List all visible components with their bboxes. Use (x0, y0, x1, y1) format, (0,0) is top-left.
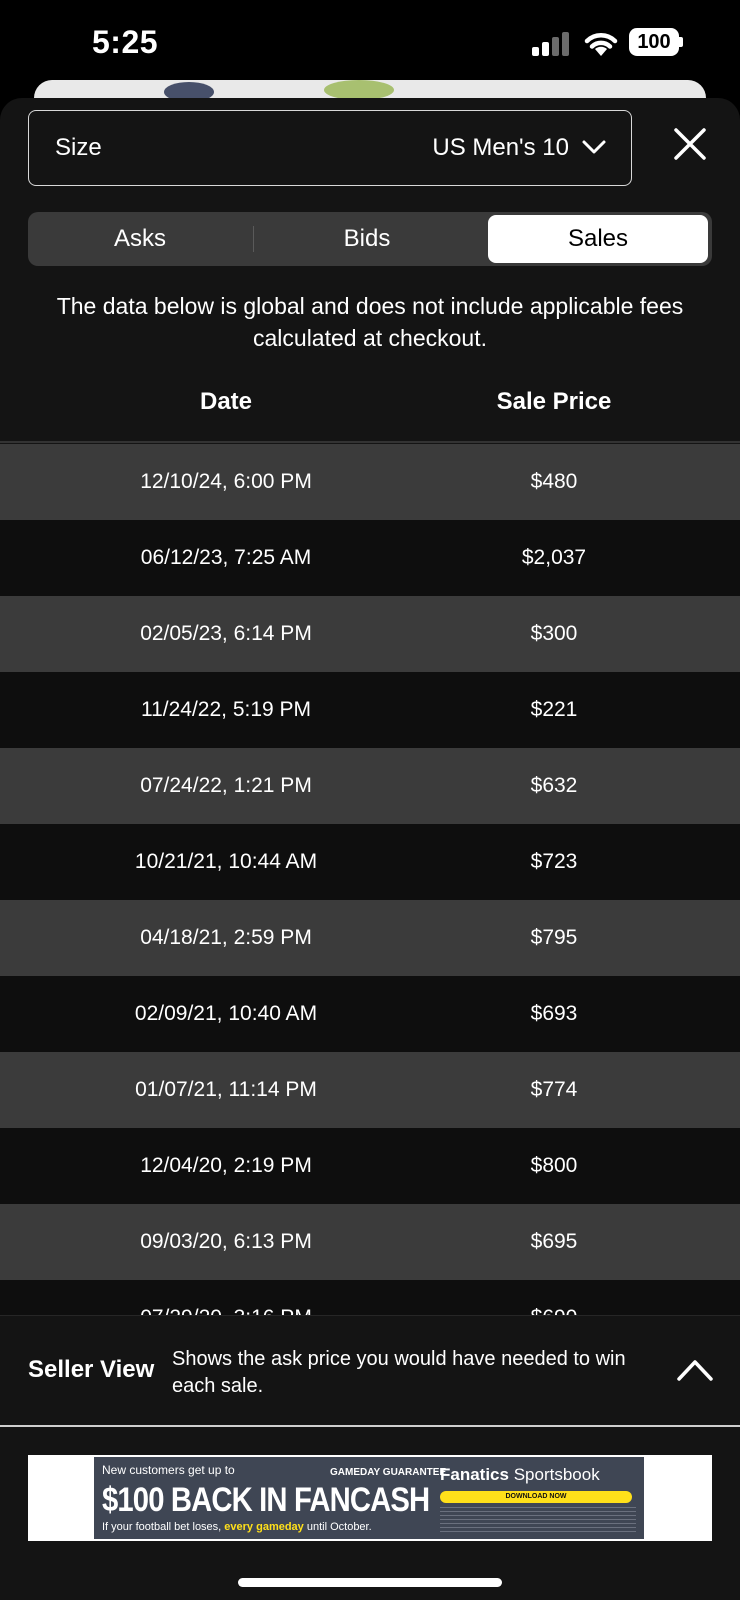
ad-fine-print (440, 1507, 636, 1535)
sale-price: $774 (530, 1078, 578, 1101)
sale-date: 12/10/24, 6:00 PM (140, 470, 312, 493)
home-indicator[interactable] (238, 1578, 502, 1587)
sale-price: $632 (530, 774, 578, 797)
column-header-sale-price: Sale Price (496, 388, 612, 415)
ad-headline: $100 BACK IN FANCASH (102, 1481, 430, 1519)
sale-price: $693 (530, 1002, 578, 1025)
wifi-icon (584, 33, 618, 56)
sale-date: 07/24/22, 1:21 PM (140, 774, 312, 797)
sale-date: 09/03/20, 6:13 PM (140, 1230, 312, 1253)
table-row: 09/03/20, 6:13 PM $695 (0, 1204, 740, 1280)
sale-price: $795 (530, 926, 578, 949)
header-divider (0, 441, 740, 443)
ad-brand-logo: Fanatics Sportsbook (440, 1465, 600, 1484)
sale-date: 02/05/23, 6:14 PM (140, 622, 312, 645)
status-bar: 5:25 100 (0, 0, 740, 90)
table-row: 11/24/22, 5:19 PM $221 (0, 672, 740, 748)
table-row: 07/29/20, 3:16 PM $690 (0, 1280, 740, 1315)
sale-price: $695 (530, 1230, 578, 1253)
table-row: 10/21/21, 10:44 AM $723 (0, 824, 740, 900)
size-dropdown[interactable]: Size US Men's 10 (28, 110, 632, 186)
sale-price: $2,037 (521, 546, 587, 569)
table-row: 04/18/21, 2:59 PM $795 (0, 900, 740, 976)
chevron-down-icon (582, 140, 606, 154)
tab-bids[interactable]: Bids (254, 212, 480, 266)
sale-date: 11/24/22, 5:19 PM (140, 698, 312, 721)
seller-view-title: Seller View (28, 1356, 155, 1383)
column-header-date: Date (199, 388, 253, 415)
sale-date: 02/09/21, 10:40 AM (134, 1002, 318, 1025)
size-value: US Men's 10 (432, 134, 569, 161)
ad-download-button[interactable]: DOWNLOAD NOW (440, 1491, 632, 1503)
seller-view-description: Shows the ask price you would have neede… (172, 1348, 626, 1397)
table-row: 07/24/22, 1:21 PM $632 (0, 748, 740, 824)
ad-banner[interactable]: New customers get up to GAMEDAY GUARANTE… (28, 1455, 712, 1541)
sale-price: $723 (530, 850, 578, 873)
size-label: Size (55, 134, 102, 161)
sale-price: $480 (530, 470, 578, 493)
table-row: 12/10/24, 6:00 PM $480 (0, 444, 740, 520)
ad-creative[interactable]: New customers get up to GAMEDAY GUARANTE… (94, 1457, 644, 1539)
ad-guarantee: GAMEDAY GUARANTEE (330, 1467, 447, 1478)
table-row: 06/12/23, 7:25 AM $2,037 (0, 520, 740, 596)
sale-date: 01/07/21, 11:14 PM (135, 1078, 317, 1101)
chevron-up-icon[interactable] (676, 1358, 714, 1382)
segmented-tabs: Asks Bids Sales (28, 212, 712, 266)
sale-date: 10/21/21, 10:44 AM (134, 850, 318, 873)
sale-date: 07/29/20, 3:16 PM (0, 1306, 452, 1315)
battery-icon: 100 (629, 28, 683, 58)
sale-price: $300 (530, 622, 578, 645)
ad-tagline: New customers get up to (102, 1463, 235, 1477)
fees-disclaimer: The data below is global and does not in… (56, 293, 684, 351)
close-icon[interactable] (670, 124, 710, 164)
table-row: 02/09/21, 10:40 AM $693 (0, 976, 740, 1052)
status-time: 5:25 (92, 24, 159, 60)
sales-history-sheet: Size US Men's 10 Asks Bids Sales The dat… (0, 98, 740, 1600)
tab-sales[interactable]: Sales (488, 215, 708, 263)
sale-date: 06/12/23, 7:25 AM (140, 546, 312, 569)
sale-price: $800 (530, 1154, 578, 1177)
cellular-signal-icon (532, 32, 572, 56)
battery-level: 100 (629, 28, 679, 56)
tab-asks[interactable]: Asks (28, 212, 252, 266)
sale-price: $221 (530, 698, 578, 721)
table-row: 01/07/21, 11:14 PM $774 (0, 1052, 740, 1128)
sale-date: 04/18/21, 2:59 PM (140, 926, 312, 949)
ad-footer: If your football bet loses, every gameda… (102, 1521, 372, 1533)
sale-price: $690 (452, 1306, 656, 1315)
sale-date: 12/04/20, 2:19 PM (140, 1154, 312, 1177)
seller-view-panel[interactable]: Seller View Shows the ask price you woul… (0, 1315, 740, 1425)
table-row: 12/04/20, 2:19 PM $800 (0, 1128, 740, 1204)
seller-view-divider (0, 1425, 740, 1427)
table-row: 02/05/23, 6:14 PM $300 (0, 596, 740, 672)
sales-table[interactable]: 12/10/24, 6:00 PM $480 06/12/23, 7:25 AM… (0, 444, 740, 1315)
